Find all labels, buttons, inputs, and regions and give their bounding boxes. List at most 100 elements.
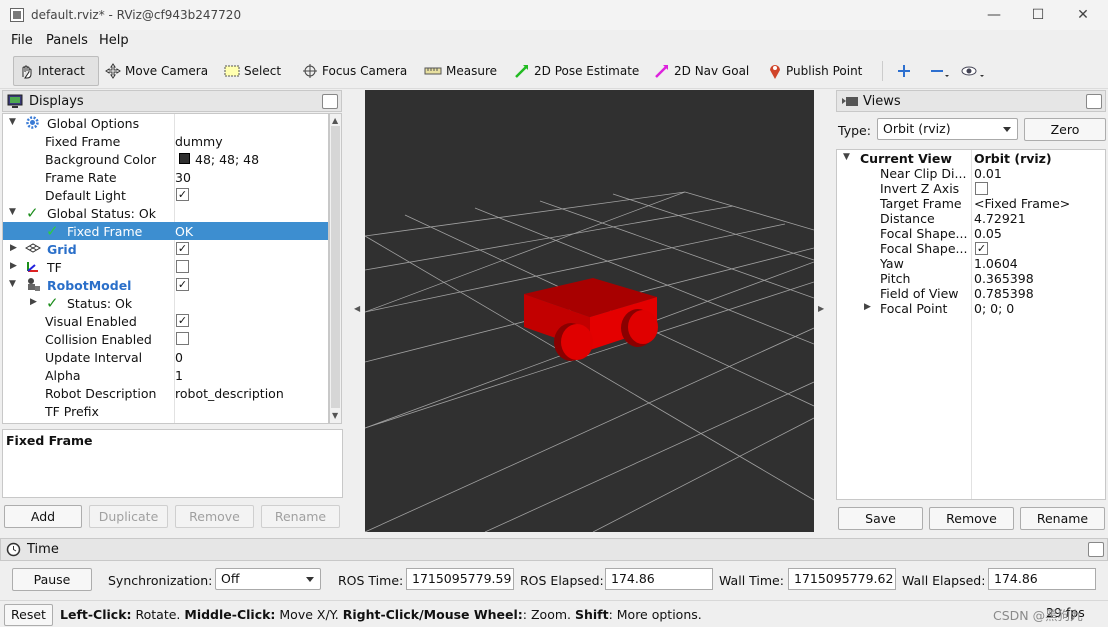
tf-checkbox[interactable] (176, 260, 189, 273)
robotmodel-checkbox[interactable]: ✓ (176, 278, 189, 291)
tree-row-alpha[interactable]: Alpha 1 (3, 366, 328, 384)
3d-viewport[interactable] (365, 90, 814, 532)
visual-enabled-checkbox[interactable]: ✓ (176, 314, 189, 327)
3d-scene[interactable] (365, 90, 814, 532)
view-row-pitch[interactable]: Pitch 0.365398 (837, 271, 1105, 286)
tree-row-global-options[interactable]: ▼ Global Options (3, 114, 328, 132)
robot-model[interactable] (524, 278, 658, 361)
remove-display-button[interactable]: Remove (175, 505, 254, 528)
view-row-focal-shape-fixed[interactable]: Focal Shape... ✓ (837, 241, 1105, 256)
scroll-down-icon[interactable]: ▼ (332, 411, 338, 420)
menu-help[interactable]: Help (99, 33, 129, 48)
tree-row-collision-enabled[interactable]: Collision Enabled (3, 330, 328, 348)
tree-row-status-fixed-frame[interactable]: ✓ Fixed Frame OK (3, 222, 328, 240)
view-row-current-view[interactable]: ▼ Current View Orbit (rviz) (837, 151, 1105, 166)
invert-z-checkbox[interactable] (975, 182, 988, 195)
tree-row-background-color[interactable]: Background Color 48; 48; 48 (3, 150, 328, 168)
scroll-up-icon[interactable]: ▲ (332, 116, 338, 125)
tree-row-tf[interactable]: ▶ TF (3, 258, 328, 276)
collapse-arrow-icon[interactable]: ▼ (843, 152, 850, 162)
views-tree: ▼ Current View Orbit (rviz) Near Clip Di… (836, 149, 1106, 500)
default-light-checkbox[interactable]: ✓ (176, 188, 189, 201)
chevron-down-icon (306, 577, 314, 582)
pause-button[interactable]: Pause (12, 568, 92, 591)
views-undock-button[interactable] (1086, 94, 1102, 109)
right-splitter-handle-icon[interactable]: ▶ (818, 304, 824, 313)
tree-row-robot-description[interactable]: Robot Description robot_description (3, 384, 328, 402)
magenta-arrow-icon (655, 65, 668, 78)
remove-view-button[interactable]: Remove (929, 507, 1014, 530)
view-row-distance[interactable]: Distance 4.72921 (837, 211, 1105, 226)
displays-scrollbar[interactable]: ▲ ▼ (329, 113, 342, 424)
rename-view-button[interactable]: Rename (1020, 507, 1105, 530)
select-tool[interactable]: Select (220, 56, 285, 86)
view-row-near-clip[interactable]: Near Clip Di... 0.01 (837, 166, 1105, 181)
collision-enabled-checkbox[interactable] (176, 332, 189, 345)
tree-row-visual-enabled[interactable]: Visual Enabled ✓ (3, 312, 328, 330)
view-row-focal-point[interactable]: ▶ Focal Point 0; 0; 0 (837, 301, 1105, 316)
collapse-arrow-icon[interactable]: ▼ (9, 279, 16, 289)
focal-shape-checkbox[interactable]: ✓ (975, 242, 988, 255)
color-swatch[interactable] (179, 153, 190, 164)
tree-row-robotmodel[interactable]: ▼ RobotModel ✓ (3, 276, 328, 294)
maximize-button[interactable]: ☐ (1029, 6, 1047, 24)
move-camera-tool[interactable]: Move Camera (101, 56, 212, 86)
grid-checkbox[interactable]: ✓ (176, 242, 189, 255)
view-row-focal-shape-size[interactable]: Focal Shape... 0.05 (837, 226, 1105, 241)
clock-icon (6, 542, 21, 557)
close-button[interactable]: ✕ (1074, 6, 1092, 24)
rename-display-button[interactable]: Rename (261, 505, 340, 528)
focus-camera-tool[interactable]: Focus Camera (298, 56, 411, 86)
publish-point-tool[interactable]: Publish Point (764, 56, 866, 86)
wall-time-field[interactable]: 1715095779.62 (788, 568, 896, 590)
zero-view-button[interactable]: Zero (1024, 118, 1106, 141)
left-splitter-handle-icon[interactable]: ◀ (354, 304, 360, 313)
tree-row-global-status[interactable]: ▼ ✓ Global Status: Ok (3, 204, 328, 222)
tree-row-tf-prefix[interactable]: TF Prefix (3, 402, 328, 420)
ros-elapsed-field[interactable]: 174.86 (605, 568, 713, 590)
sync-select[interactable]: Off (215, 568, 321, 590)
ros-time-field[interactable]: 1715095779.59 (406, 568, 514, 590)
pose-estimate-tool[interactable]: 2D Pose Estimate (510, 56, 643, 86)
remove-tool-button[interactable] (925, 56, 959, 86)
scrollbar-thumb[interactable] (331, 126, 340, 408)
collapse-arrow-icon[interactable]: ▼ (9, 207, 16, 217)
tree-row-grid[interactable]: ▶ Grid ✓ (3, 240, 328, 258)
duplicate-display-button[interactable]: Duplicate (89, 505, 168, 528)
tree-row-fixed-frame[interactable]: Fixed Frame dummy (3, 132, 328, 150)
view-row-target-frame[interactable]: Target Frame <Fixed Frame> (837, 196, 1105, 211)
view-type-select[interactable]: Orbit (rviz) (877, 118, 1018, 140)
chevron-down-icon (1003, 127, 1011, 132)
reset-button[interactable]: Reset (4, 604, 53, 626)
views-panel-header: Views (836, 90, 1106, 112)
check-icon: ✓ (46, 294, 59, 312)
displays-undock-button[interactable] (322, 94, 338, 109)
time-undock-button[interactable] (1088, 542, 1104, 557)
view-row-field-of-view[interactable]: Field of View 0.785398 (837, 286, 1105, 301)
expand-arrow-icon[interactable]: ▶ (10, 243, 17, 253)
add-tool-button[interactable] (892, 56, 920, 86)
menu-file[interactable]: File (11, 33, 33, 48)
measure-tool[interactable]: Measure (420, 56, 501, 86)
view-row-invert-z[interactable]: Invert Z Axis (837, 181, 1105, 196)
minimize-button[interactable]: — (985, 6, 1003, 24)
tree-row-default-light[interactable]: Default Light ✓ (3, 186, 328, 204)
view-row-yaw[interactable]: Yaw 1.0604 (837, 256, 1105, 271)
expand-arrow-icon[interactable]: ▶ (10, 261, 17, 271)
wall-elapsed-field[interactable]: 174.86 (988, 568, 1096, 590)
visibility-tool-button[interactable] (956, 56, 994, 86)
expand-arrow-icon[interactable]: ▶ (30, 297, 37, 307)
tree-row-frame-rate[interactable]: Frame Rate 30 (3, 168, 328, 186)
tree-row-robot-status[interactable]: ▶ ✓ Status: Ok (3, 294, 328, 312)
views-title: Views (863, 94, 901, 109)
tree-row-update-interval[interactable]: Update Interval 0 (3, 348, 328, 366)
eye-icon (961, 66, 984, 77)
collapse-arrow-icon[interactable]: ▼ (9, 117, 16, 127)
interact-tool[interactable]: Interact (13, 56, 99, 86)
save-view-button[interactable]: Save (838, 507, 923, 530)
menu-panels[interactable]: Panels (46, 33, 88, 48)
nav-goal-tool[interactable]: 2D Nav Goal (650, 56, 753, 86)
expand-arrow-icon[interactable]: ▶ (864, 302, 871, 312)
time-title: Time (27, 542, 59, 557)
add-display-button[interactable]: Add (4, 505, 82, 528)
